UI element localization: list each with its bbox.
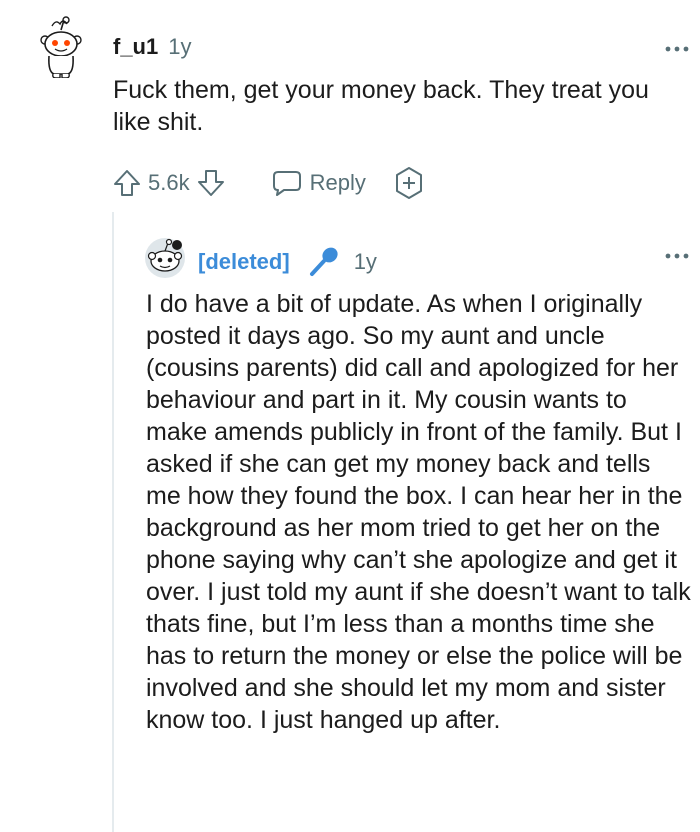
reply-label: Reply — [309, 170, 366, 195]
thread-line[interactable] — [112, 212, 114, 832]
microphone-icon — [309, 247, 338, 276]
snoo-avatar-icon[interactable] — [38, 16, 84, 78]
upvote-icon[interactable] — [112, 168, 142, 198]
award-button[interactable] — [392, 166, 426, 200]
reply-username: [deleted] — [198, 249, 290, 274]
award-plus-icon — [395, 167, 422, 199]
comment-username[interactable]: f_u1 — [113, 34, 158, 59]
reply-body: I do have a bit of update. As when I ori… — [146, 290, 691, 734]
reply-header: [deleted] 1y — [198, 247, 377, 277]
vote-count: 5.6k — [148, 170, 190, 195]
comment-header: f_u1 1y — [113, 34, 192, 60]
comment-actions: 5.6k Reply — [112, 166, 426, 200]
downvote-icon[interactable] — [196, 168, 226, 198]
more-options-icon[interactable] — [664, 44, 690, 54]
reply-more-options-icon[interactable] — [664, 251, 690, 261]
speech-bubble-icon — [272, 171, 301, 196]
reply-button[interactable]: Reply — [272, 169, 366, 197]
comment-body: Fuck them, get your money back. They tre… — [113, 76, 649, 136]
comment-age: 1y — [168, 34, 192, 59]
deleted-user-avatar-icon — [145, 238, 185, 278]
reply-age: 1y — [353, 249, 377, 274]
